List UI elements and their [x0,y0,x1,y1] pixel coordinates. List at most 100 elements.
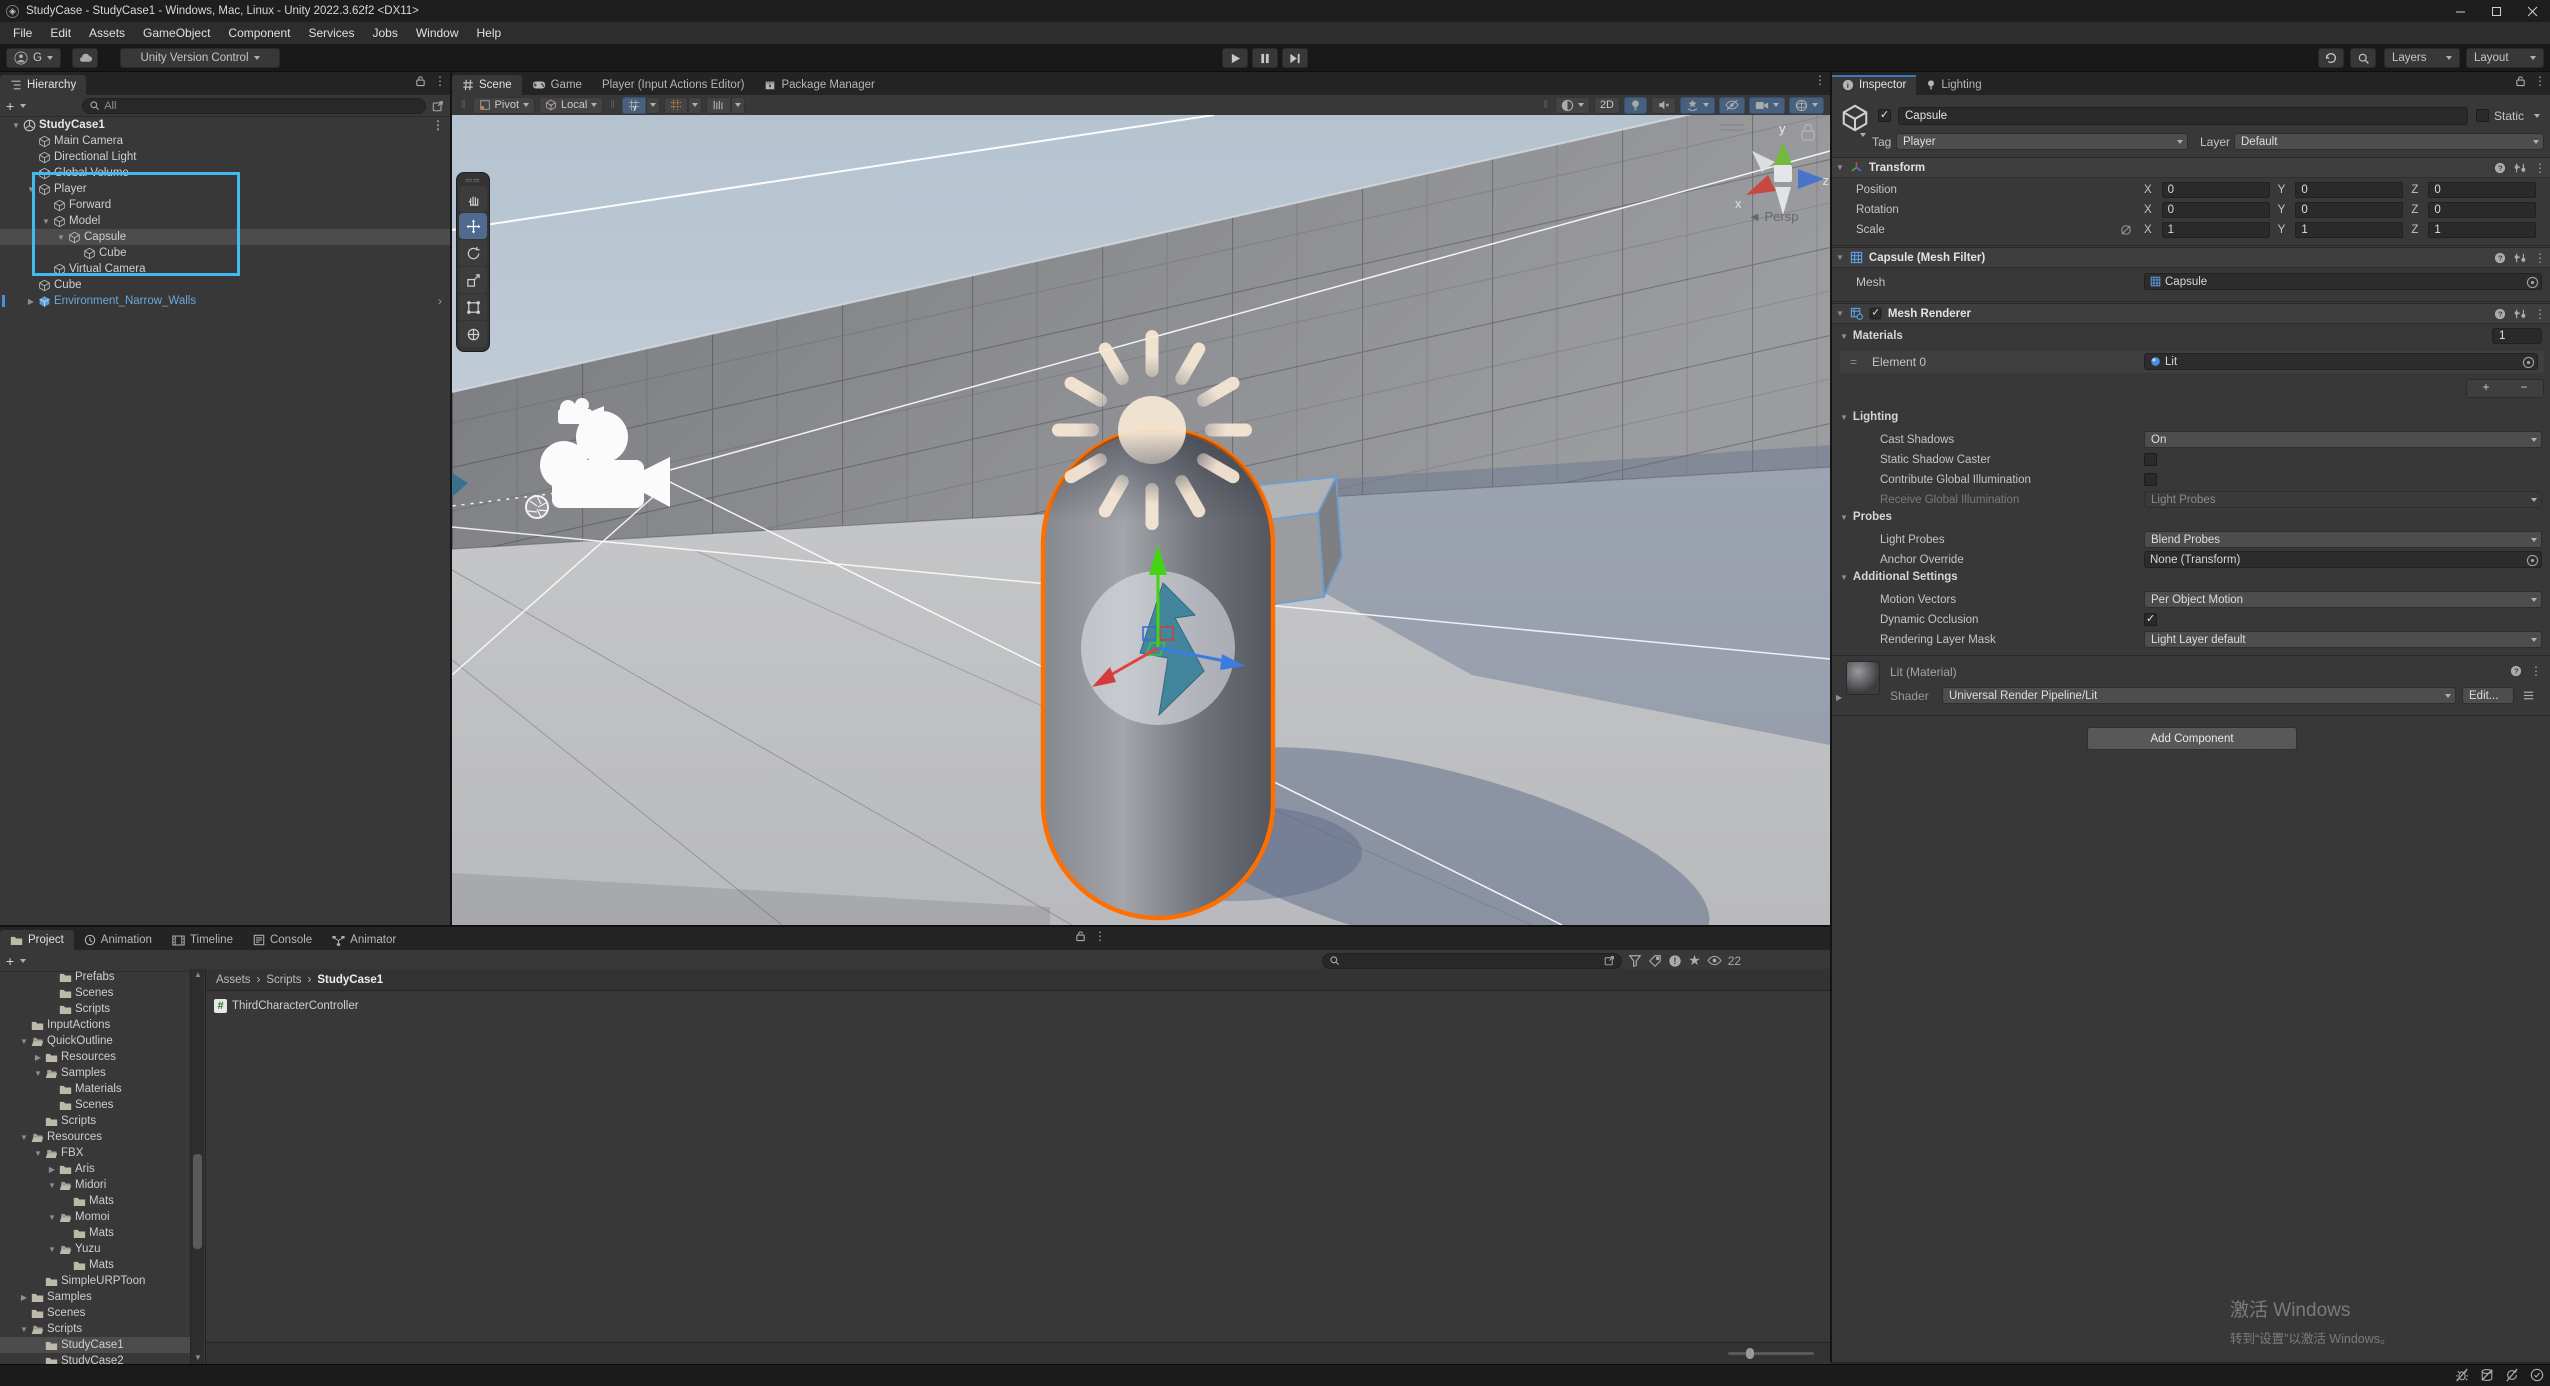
project-folder-mats[interactable]: Mats [0,1193,190,1209]
menu-item-assets[interactable]: Assets [80,26,134,40]
menu-item-help[interactable]: Help [468,26,511,40]
hidden-objects-toggle[interactable] [1719,97,1745,114]
project-folder-samples[interactable]: ▶Samples [0,1289,190,1305]
static-checkbox[interactable] [2476,109,2489,122]
project-folder-mats[interactable]: Mats [0,1225,190,1241]
lock-icon[interactable] [415,75,426,87]
project-folder-simpleurptoon[interactable]: SimpleURPToon [0,1273,190,1289]
transform-scale-z-field[interactable] [2428,222,2536,238]
hierarchy-item-cube[interactable]: Cube [0,277,450,293]
open-new-window-icon[interactable] [432,100,444,112]
shading-mode-dropdown[interactable] [1555,97,1590,114]
local-global-toggle[interactable]: Local [539,97,603,114]
scene-camera-dropdown[interactable] [1749,97,1785,114]
tab-lighting[interactable]: Lighting [1916,75,1991,95]
tab-inspector[interactable]: iInspector [1832,75,1916,95]
materials-foldout[interactable]: ▼Materials [1840,330,1903,342]
menu-item-component[interactable]: Component [219,26,299,40]
light-probes-dropdown[interactable]: Blend Probes [2144,531,2542,548]
thumbnail-zoom-slider[interactable] [1728,1352,1814,1355]
menu-item-gameobject[interactable]: GameObject [134,26,219,40]
play-button[interactable] [1222,48,1248,68]
expander-icon[interactable]: ▼ [18,1325,30,1334]
tab-package-manager[interactable]: Package Manager [754,75,884,95]
help-icon[interactable]: ? [2494,308,2506,320]
tab-project[interactable]: Project [0,930,74,950]
unsaved-changes-icon[interactable]: ! [1668,954,1682,968]
pivot-toggle[interactable]: Pivot [473,97,535,114]
effects-dropdown[interactable] [1680,97,1715,114]
hidden-count-eye-icon[interactable] [1707,955,1722,966]
transform-scale-x-field[interactable] [2162,222,2270,238]
panel-menu-icon[interactable]: ⋮ [1094,931,1106,941]
layers-dropdown[interactable]: Layers [2384,48,2460,68]
transform-rotation-y-field[interactable] [2295,202,2403,218]
panel-menu-icon[interactable]: ⋮ [434,76,446,86]
static-dropdown[interactable] [2534,114,2540,118]
hierarchy-search-input[interactable] [104,100,419,112]
materials-count-field[interactable] [2492,328,2542,344]
search-by-type-icon[interactable] [1628,954,1642,968]
rendering-layer-mask-dropdown[interactable]: Light Layer default [2144,631,2542,648]
transform-position-z-field[interactable] [2428,182,2536,198]
snap-settings-button[interactable] [706,97,731,114]
scale-tool[interactable] [459,267,487,293]
grid-snap-toggle[interactable]: y [622,97,646,114]
grid-snap-options[interactable] [646,97,660,114]
shader-dropdown[interactable]: Universal Render Pipeline/Lit [1942,687,2456,704]
foldout-additional-settings[interactable]: ▼Additional Settings [1840,571,1958,583]
close-button[interactable] [2514,0,2550,22]
add-component-button[interactable]: Add Component [2087,727,2297,750]
presets-icon[interactable] [2514,162,2526,174]
object-picker-icon[interactable] [2526,554,2539,570]
link-scale-icon[interactable] [2120,224,2132,236]
view-hand-tool[interactable] [459,186,487,212]
contribute-global-illumination-checkbox[interactable] [2144,473,2157,486]
project-folder-scenes[interactable]: Scenes [0,1097,190,1113]
expander-icon[interactable]: ▼ [55,233,67,242]
add-material-button[interactable]: + [2467,380,2505,397]
row-menu-icon[interactable]: ⋮ [432,120,444,130]
transform-rotation-x-field[interactable] [2162,202,2270,218]
project-folder-samples[interactable]: ▼Samples [0,1065,190,1081]
project-folder-scenes[interactable]: Scenes [0,985,190,1001]
tag-dropdown[interactable]: Player [1896,133,2188,150]
increment-snap-options[interactable] [688,97,702,114]
foldout-probes[interactable]: ▼Probes [1840,511,1892,523]
material-thumbnail[interactable] [1846,661,1880,695]
project-folder-inputactions[interactable]: InputActions [0,1017,190,1033]
material-list-icon[interactable] [2522,689,2535,702]
expander-icon[interactable]: ▶ [32,1053,44,1062]
hierarchy-item-main-camera[interactable]: Main Camera [0,133,450,149]
account-button[interactable]: G [6,48,61,68]
meshrenderer-component-header[interactable]: ▼ Mesh Renderer ? ⋮ [1832,303,2550,324]
project-folder-scripts[interactable]: Scripts [0,1001,190,1017]
hierarchy-item-model[interactable]: ▼Model [0,213,450,229]
favorites-star-icon[interactable]: ★ [1688,952,1701,969]
expander-icon[interactable]: ▼ [18,1037,30,1046]
expander-icon[interactable]: ▶ [25,297,37,306]
2d-toggle[interactable]: 2D [1594,97,1620,114]
hierarchy-item-directional-light[interactable]: Directional Light [0,149,450,165]
expander-icon[interactable]: ▼ [18,1133,30,1142]
debugger-disabled-icon[interactable] [2455,1368,2469,1382]
step-button[interactable] [1282,48,1308,68]
anchor-override-object-field[interactable]: None (Transform) [2144,551,2542,568]
expander-icon[interactable]: ▶ [46,1165,58,1174]
meshfilter-component-header[interactable]: ▼ Capsule (Mesh Filter) ? ⋮ [1832,247,2550,268]
object-picker-icon[interactable] [2526,276,2539,292]
rotate-tool[interactable] [459,240,487,266]
search-button[interactable] [2350,48,2376,68]
scene-viewport[interactable]: y x z ◄ Persp ══ [452,115,1830,925]
project-folder-momoi[interactable]: ▼Momoi [0,1209,190,1225]
project-folder-mats[interactable]: Mats [0,1257,190,1273]
audio-toggle[interactable] [1651,97,1676,114]
component-enabled-checkbox[interactable] [1870,308,1882,320]
motion-vectors-dropdown[interactable]: Per Object Motion [2144,591,2542,608]
panel-menu-icon[interactable]: ⋮ [1814,75,1826,85]
hierarchy-item-virtual-camera[interactable]: Virtual Camera [0,261,450,277]
project-folder-resources[interactable]: ▼Resources [0,1129,190,1145]
undo-history-button[interactable] [2318,48,2344,68]
menu-item-jobs[interactable]: Jobs [363,26,406,40]
component-menu-icon[interactable]: ⋮ [2534,253,2546,263]
